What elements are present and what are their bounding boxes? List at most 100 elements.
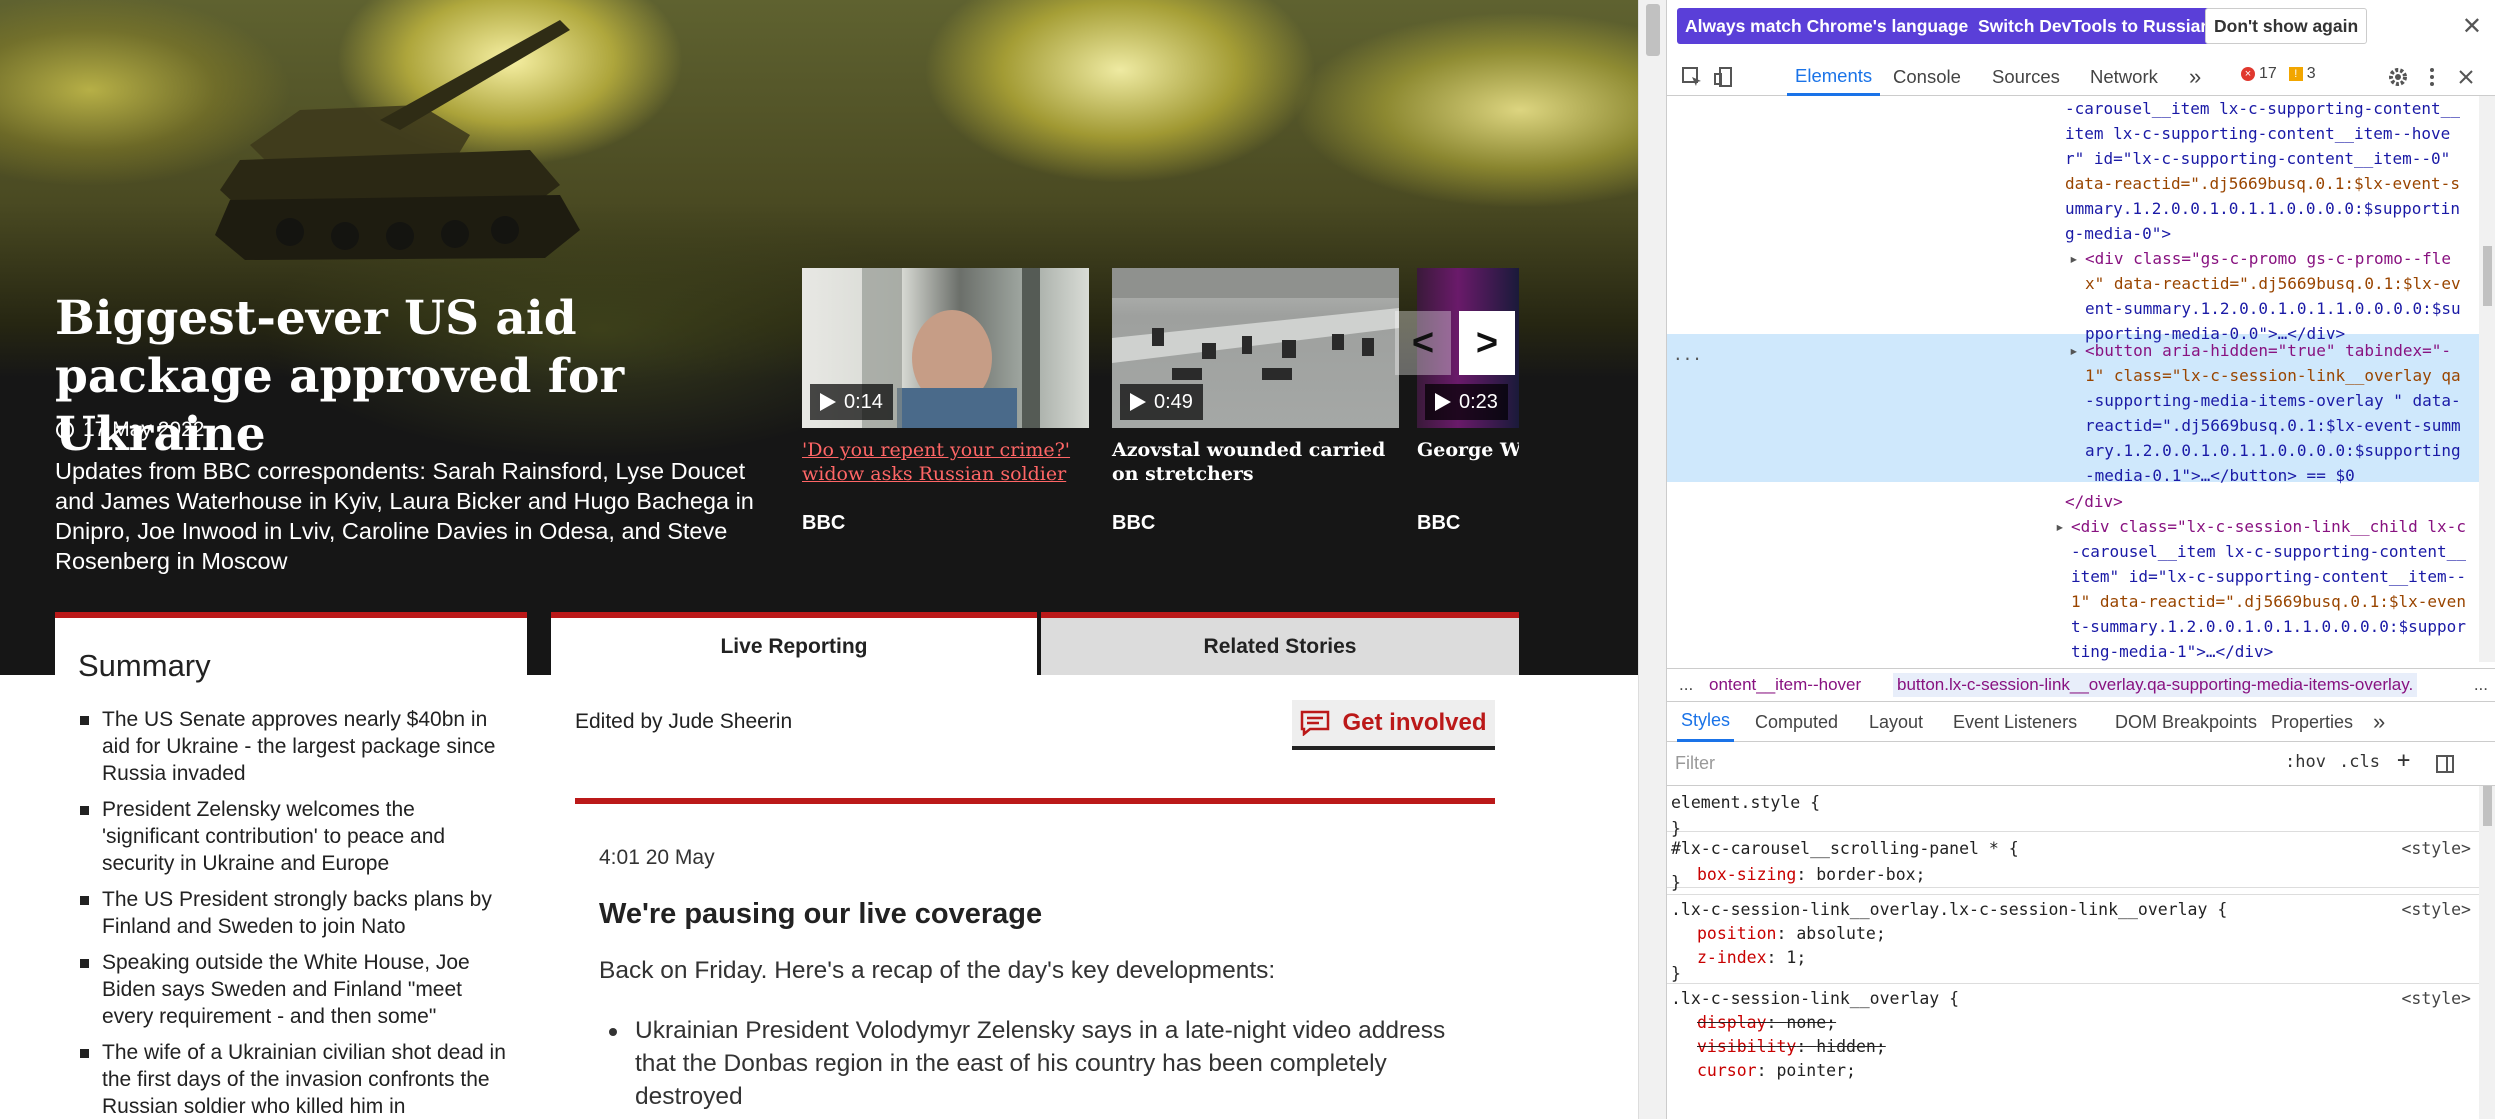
css-property-overridden: visibility: hidden; xyxy=(1697,1037,1886,1056)
node-ellipsis[interactable]: ... xyxy=(1673,342,1702,367)
summary-item: President Zelensky welcomes the 'signifi… xyxy=(78,796,518,877)
tab-related-stories[interactable]: Related Stories xyxy=(1041,612,1519,675)
tab-live-reporting[interactable]: Live Reporting xyxy=(551,612,1037,675)
video-card-3[interactable]: 0:23 George W B invasion of BBC xyxy=(1417,268,1519,538)
video-title[interactable]: George W B invasion of xyxy=(1417,438,1519,462)
expand-triangle-icon[interactable]: ▸ xyxy=(2069,246,2079,271)
styles-filter-input[interactable]: Filter xyxy=(1675,748,2275,778)
property-value[interactable]: absolute; xyxy=(1796,924,1885,943)
settings-gear-icon[interactable] xyxy=(2387,66,2409,88)
property-name[interactable]: position xyxy=(1697,924,1776,943)
rule-close-brace: } xyxy=(1671,873,1681,892)
rule-selector[interactable]: element.style { xyxy=(1671,790,1820,816)
new-rule-button[interactable]: + xyxy=(2397,748,2410,773)
carousel-prev-button[interactable]: < xyxy=(1395,311,1451,375)
style-rule-element[interactable]: element.style { } xyxy=(1667,786,2479,838)
tab-network[interactable]: Network xyxy=(2090,58,2158,96)
toggle-sidebar-icon[interactable] xyxy=(2435,754,2455,774)
tab-dom-breakpoints[interactable]: DOM Breakpoints xyxy=(2115,702,2257,742)
dont-show-again-button[interactable]: Don't show again xyxy=(2205,8,2368,44)
close-devtools-icon[interactable] xyxy=(2455,66,2477,88)
expand-triangle-icon[interactable]: ▸ xyxy=(2055,514,2065,539)
more-subtabs-button[interactable]: » xyxy=(2373,702,2385,742)
styles-scrollbar-thumb[interactable] xyxy=(2483,786,2492,826)
switch-language-button[interactable]: Switch DevTools to Russian xyxy=(1970,8,2220,44)
property-value[interactable]: 1; xyxy=(1786,948,1806,967)
property-value[interactable]: hidden; xyxy=(1816,1037,1886,1056)
style-rule[interactable]: #lx-c-carousel__scrolling-panel * { <sty… xyxy=(1667,832,2479,888)
property-value[interactable]: none; xyxy=(1786,1013,1836,1032)
summary-heading: Summary xyxy=(78,648,211,683)
video-card-1[interactable]: 0:14 'Do you repent your crime?' widow a… xyxy=(802,268,1089,534)
property-name[interactable]: box-sizing xyxy=(1697,865,1796,884)
play-badge[interactable]: 0:49 xyxy=(1120,384,1203,420)
class-toggle[interactable]: .cls xyxy=(2339,752,2380,772)
styles-scrollbar[interactable] xyxy=(2479,786,2495,1119)
play-badge[interactable]: 0:23 xyxy=(1425,384,1508,420)
video-card-2[interactable]: 0:49 Azovstal wounded carried on stretch… xyxy=(1112,268,1399,534)
post-bullet: Ukrainian President Volodymyr Zelensky s… xyxy=(599,1014,1479,1113)
tab-console[interactable]: Console xyxy=(1893,58,1961,96)
breadcrumb-more[interactable]: ... xyxy=(1679,675,1693,695)
play-badge[interactable]: 0:14 xyxy=(810,384,893,420)
dom-line: ummary.1.2.0.0.1.0.1.1.0.0.0.0:$supporti… xyxy=(2065,199,2460,218)
carousel-next-button[interactable]: > xyxy=(1459,311,1515,375)
breadcrumb-item[interactable]: ontent__item--hover xyxy=(1709,675,1861,695)
get-involved-button[interactable]: Get involved xyxy=(1292,700,1495,750)
css-property: position: absolute; xyxy=(1697,924,1886,943)
device-toolbar-icon[interactable] xyxy=(1713,66,1735,88)
dom-line[interactable]: <div class="gs-c-promo gs-c-promo--fle xyxy=(2085,246,2451,271)
rule-selector[interactable]: .lx-c-session-link__overlay.lx-c-session… xyxy=(1671,897,2227,923)
video-title[interactable]: Azovstal wounded carried on stretchers xyxy=(1112,438,1399,486)
inspect-icon[interactable] xyxy=(1681,66,1703,88)
warning-icon: ! xyxy=(2288,67,2303,81)
dom-tree[interactable]: ... -carousel__item lx-c-supporting-cont… xyxy=(1667,96,2479,662)
breadcrumb: ... ontent__item--hover button.lx-c-sess… xyxy=(1667,668,2495,702)
dom-scrollbar[interactable] xyxy=(2479,96,2495,662)
page-scrollbar[interactable] xyxy=(1638,0,1666,1119)
dom-scrollbar-thumb[interactable] xyxy=(2483,246,2492,306)
tab-sources[interactable]: Sources xyxy=(1992,58,2060,96)
tab-elements[interactable]: Elements xyxy=(1787,58,1881,96)
property-name[interactable]: z-index xyxy=(1697,948,1767,967)
styles-pane[interactable]: element.style { } #lx-c-carousel__scroll… xyxy=(1667,786,2479,1119)
close-infobar-icon[interactable]: ✕ xyxy=(2462,12,2482,40)
dom-line[interactable]: <div class="lx-c-session-link__child lx-… xyxy=(2071,514,2466,539)
tab-event-listeners[interactable]: Event Listeners xyxy=(1953,702,2077,742)
expand-triangle-icon[interactable]: ▸ xyxy=(2069,338,2079,363)
summary-item: The US President strongly backs plans by… xyxy=(78,886,518,940)
hover-state-toggle[interactable]: :hov xyxy=(2285,752,2326,772)
tab-properties[interactable]: Properties xyxy=(2271,702,2353,742)
issues-counter[interactable]: × 17 ! 3 xyxy=(2241,65,2316,83)
style-rule[interactable]: .lx-c-session-link__overlay.lx-c-session… xyxy=(1667,894,2479,984)
breadcrumb-item-active[interactable]: button.lx-c-session-link__overlay.qa-sup… xyxy=(1893,673,2418,697)
video-title[interactable]: 'Do you repent your crime?' widow asks R… xyxy=(802,438,1089,486)
property-name[interactable]: display xyxy=(1697,1013,1767,1032)
rule-source[interactable]: <style> xyxy=(2401,986,2471,1012)
scrollbar-thumb[interactable] xyxy=(1646,4,1660,56)
dom-line: data-reactid=".dj5669busq.0.1:$lx-event-… xyxy=(2065,174,2460,193)
css-property: cursor: pointer; xyxy=(1697,1061,1856,1080)
style-rule[interactable]: .lx-c-session-link__overlay { <style> di… xyxy=(1667,984,2479,1119)
rule-selector[interactable]: #lx-c-carousel__scrolling-panel * { xyxy=(1671,836,2019,862)
more-tabs-button[interactable]: » xyxy=(2189,58,2201,96)
rule-source[interactable]: <style> xyxy=(2401,897,2471,923)
tab-layout[interactable]: Layout xyxy=(1869,702,1923,742)
property-value[interactable]: border-box; xyxy=(1816,865,1925,884)
dom-line: 1" class="lx-c-session-link__overlay qa xyxy=(2085,366,2461,385)
kebab-menu-icon[interactable] xyxy=(2421,66,2443,88)
dom-line: item lx-c-supporting-content__item--hove xyxy=(2065,124,2451,143)
tab-styles[interactable]: Styles xyxy=(1677,702,1735,742)
video-thumbnail[interactable]: 0:14 xyxy=(802,268,1089,428)
property-name[interactable]: visibility xyxy=(1697,1037,1796,1056)
dom-line[interactable]: <button aria-hidden="true" tabindex="- xyxy=(2085,338,2451,363)
property-name[interactable]: cursor xyxy=(1697,1061,1757,1080)
tab-computed[interactable]: Computed xyxy=(1755,702,1838,742)
rule-source[interactable]: <style> xyxy=(2401,836,2471,862)
video-duration: 0:49 xyxy=(1154,390,1193,413)
rule-selector[interactable]: .lx-c-session-link__overlay { xyxy=(1671,986,1959,1012)
breadcrumb-overflow[interactable]: ... xyxy=(2474,675,2488,695)
match-language-button[interactable]: Always match Chrome's language xyxy=(1677,8,1977,44)
video-thumbnail[interactable]: 0:49 xyxy=(1112,268,1399,428)
property-value[interactable]: pointer; xyxy=(1776,1061,1855,1080)
